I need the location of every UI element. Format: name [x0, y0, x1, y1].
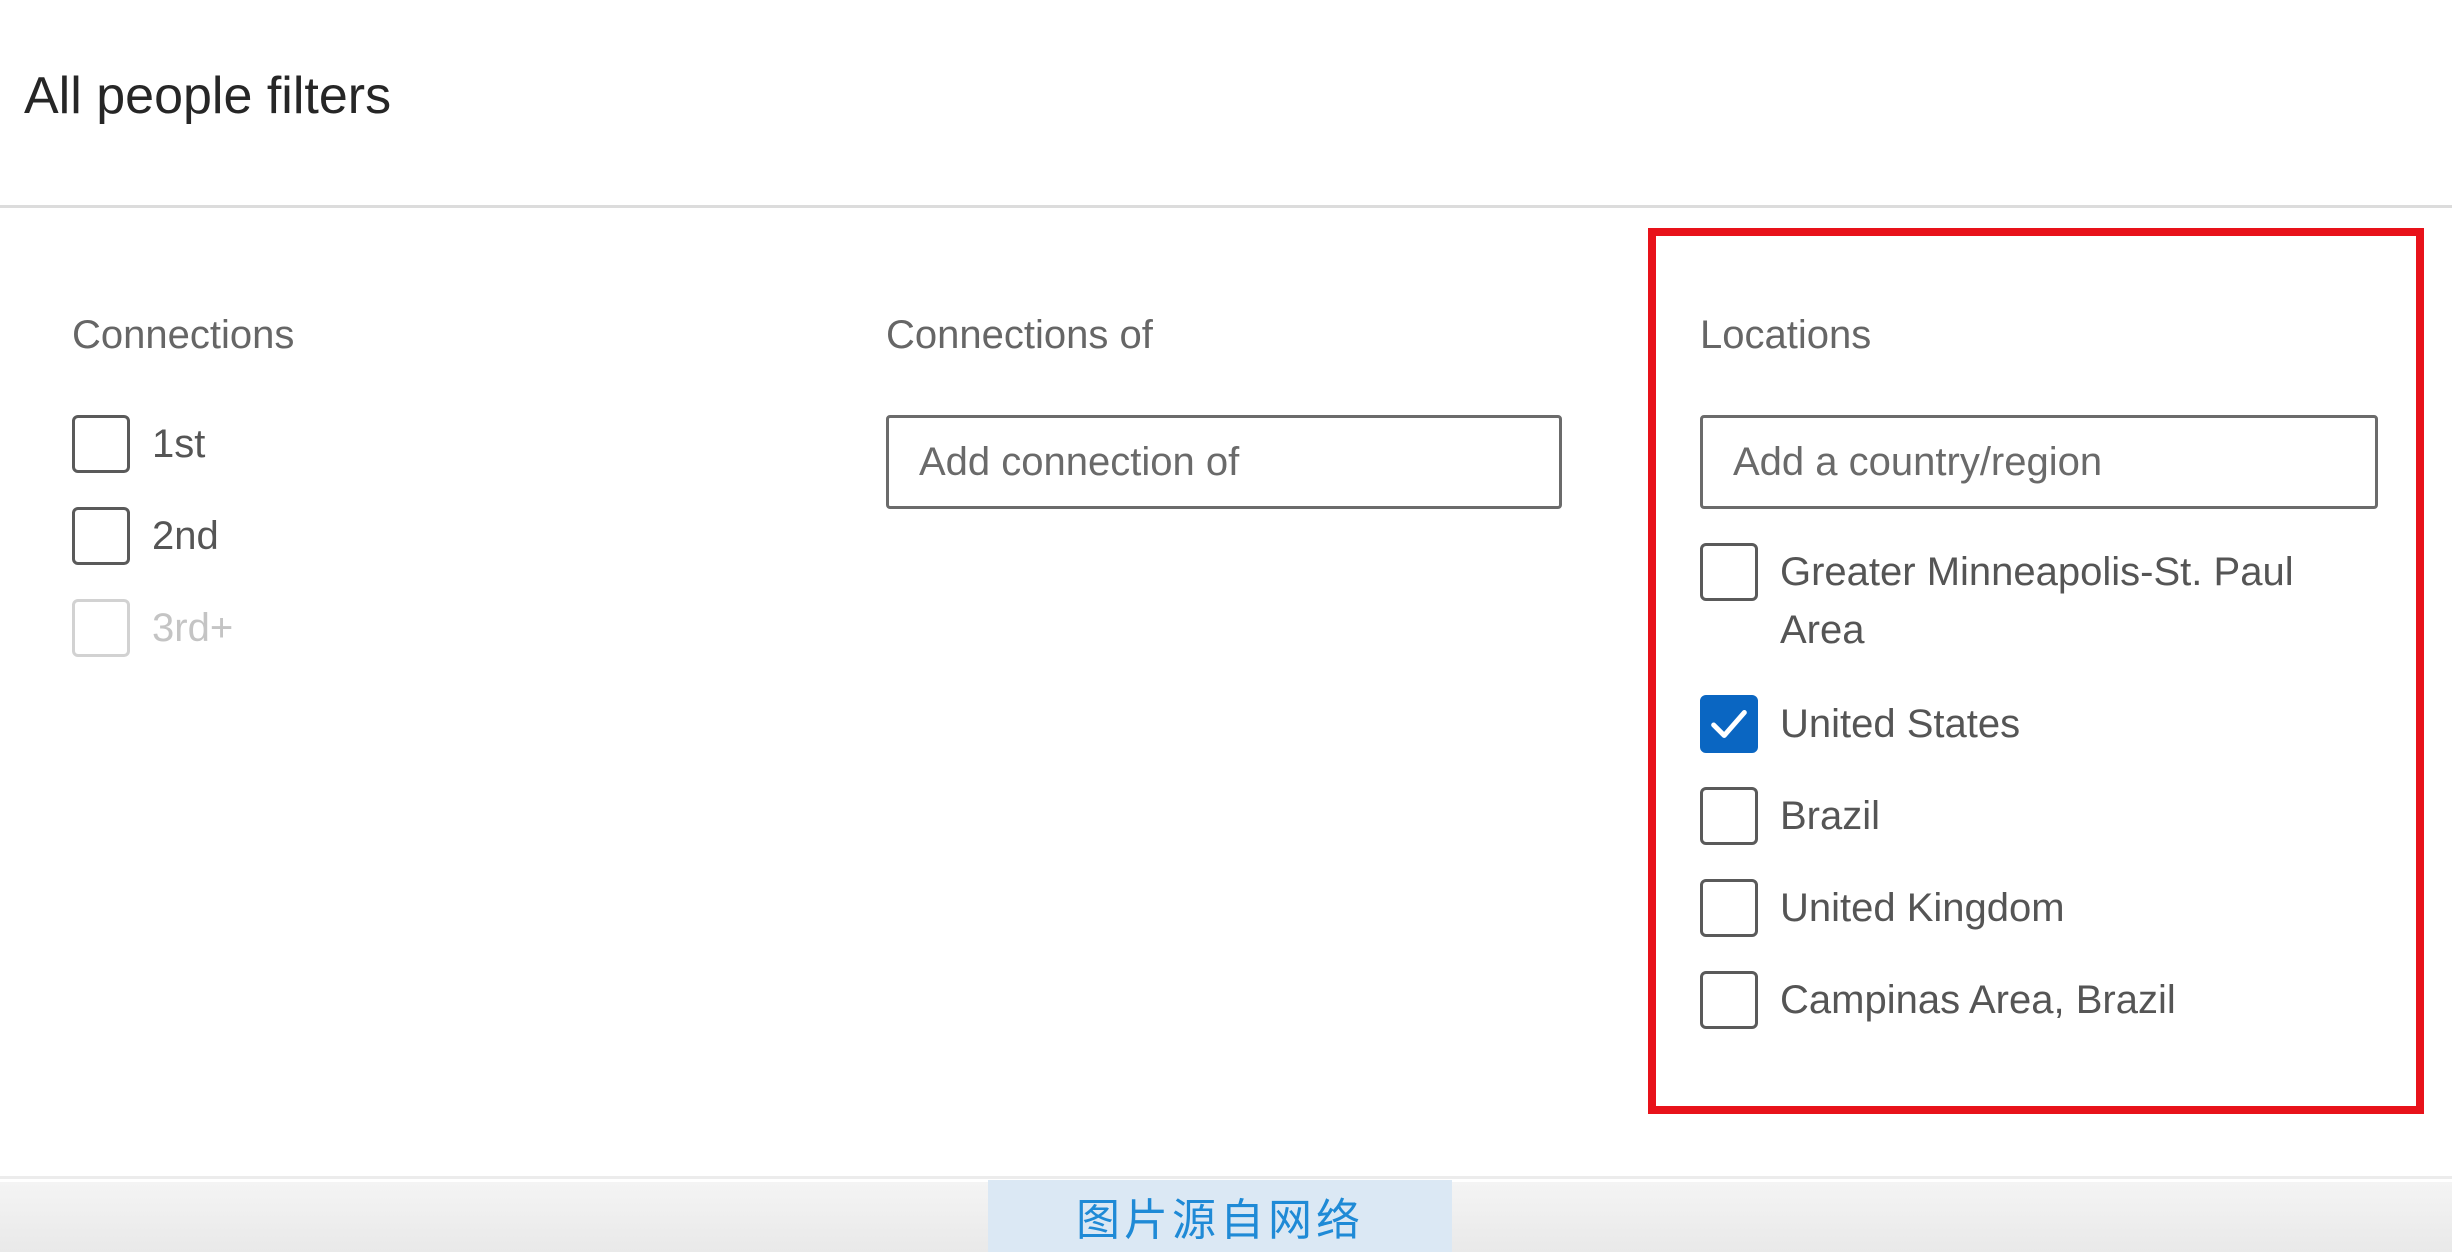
location-option-campinas[interactable]: Campinas Area, Brazil [1700, 971, 2176, 1029]
filters-header: All people filters [0, 0, 2452, 208]
connections-of-heading: Connections of [886, 313, 1153, 357]
option-label-1st: 1st [152, 422, 206, 466]
option-label-united-kingdom: United Kingdom [1780, 886, 2065, 930]
checkbox-minneapolis[interactable] [1700, 543, 1758, 601]
location-option-united-kingdom[interactable]: United Kingdom [1700, 879, 2065, 937]
option-label-3rd-plus: 3rd+ [152, 606, 234, 650]
filters-page: All people filters Connections 1st 2nd 3… [0, 0, 2452, 1252]
checkbox-campinas[interactable] [1700, 971, 1758, 1029]
connection-option-2nd[interactable]: 2nd [72, 507, 219, 565]
checkmark-icon [1711, 710, 1747, 738]
connection-option-3rd-plus: 3rd+ [72, 599, 233, 657]
connections-of-input[interactable] [886, 415, 1562, 509]
checkbox-3rd-plus [72, 599, 130, 657]
filters-body: Connections 1st 2nd 3rd+ Connections of … [0, 211, 2452, 1179]
checkbox-united-kingdom[interactable] [1700, 879, 1758, 937]
checkbox-2nd[interactable] [72, 507, 130, 565]
watermark-banner: 图片源自网络 [988, 1180, 1452, 1252]
watermark-text: 图片源自网络 [1076, 1195, 1364, 1246]
connection-option-1st[interactable]: 1st [72, 415, 205, 473]
locations-heading: Locations [1700, 313, 1872, 357]
checkbox-united-states[interactable] [1700, 695, 1758, 753]
location-option-united-states[interactable]: United States [1700, 695, 2020, 753]
option-label-brazil: Brazil [1780, 794, 1881, 838]
location-option-brazil[interactable]: Brazil [1700, 787, 1880, 845]
location-option-minneapolis[interactable]: Greater Minneapolis-St. Paul Area [1700, 543, 2360, 659]
checkbox-brazil[interactable] [1700, 787, 1758, 845]
connections-heading: Connections [72, 313, 295, 357]
locations-input[interactable] [1700, 415, 2378, 509]
option-label-united-states: United States [1780, 702, 2021, 746]
option-label-minneapolis: Greater Minneapolis-St. Paul Area [1780, 550, 2294, 652]
option-label-campinas: Campinas Area, Brazil [1780, 978, 2176, 1022]
checkbox-1st[interactable] [72, 415, 130, 473]
page-title: All people filters [24, 67, 392, 125]
option-label-2nd: 2nd [152, 514, 219, 558]
